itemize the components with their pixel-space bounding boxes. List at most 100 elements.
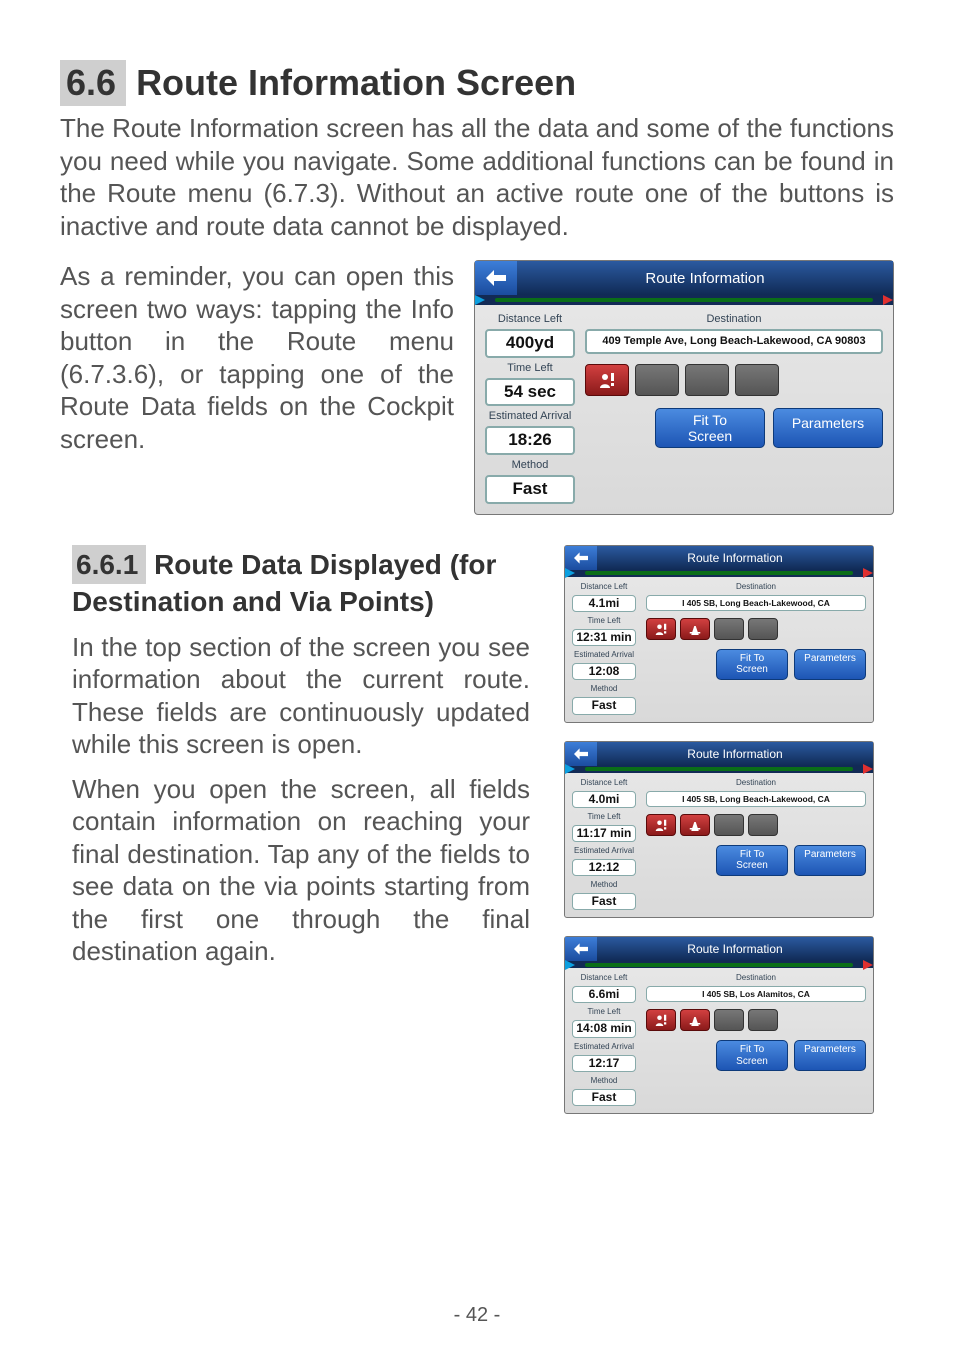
extra-icon-button-2[interactable] (748, 1009, 778, 1031)
time-left-field[interactable]: 14:08 min (572, 1020, 636, 1037)
road-icon-button[interactable] (680, 618, 710, 640)
warning-icon-button[interactable] (585, 364, 629, 396)
extra-icon-button-2[interactable] (748, 814, 778, 836)
parameters-button[interactable]: Parameters (794, 1040, 866, 1071)
fit-to-screen-button[interactable]: Fit To Screen (716, 649, 788, 680)
roadworks-icon (688, 623, 702, 635)
distance-left-label: Distance Left (572, 973, 636, 982)
extra-icon-button-1[interactable] (714, 814, 744, 836)
arrow-left-icon (574, 748, 588, 760)
warning-icon-button[interactable] (646, 1009, 676, 1031)
method-label: Method (485, 459, 575, 471)
eta-field[interactable]: 12:17 (572, 1055, 636, 1072)
eta-field[interactable]: 18:26 (485, 426, 575, 455)
method-field[interactable]: Fast (572, 893, 636, 910)
route-info-card: Route Information Distance Left 400yd Ti… (474, 260, 894, 515)
fit-to-screen-button[interactable]: Fit To Screen (716, 1040, 788, 1071)
method-field[interactable]: Fast (485, 475, 575, 504)
parameters-button[interactable]: Parameters (794, 845, 866, 876)
fit-to-screen-button[interactable]: Fit To Screen (655, 408, 765, 448)
road-icon-button[interactable] (680, 814, 710, 836)
fit-line2: Screen (668, 428, 752, 444)
flag-start-icon (565, 764, 579, 774)
flag-end-icon (859, 960, 873, 970)
warning-icon-button[interactable] (646, 618, 676, 640)
fit-line2: Screen (723, 860, 781, 872)
parameters-button[interactable]: Parameters (794, 649, 866, 680)
route-progress-bar (585, 767, 853, 771)
subsection-heading: 6.6.1 Route Data Displayed (for Destinat… (72, 545, 530, 619)
section-number: 6.6 (60, 60, 126, 106)
route-info-titlebar: Route Information (475, 261, 893, 295)
time-left-field[interactable]: 54 sec (485, 378, 575, 407)
destination-field[interactable]: I 405 SB, Long Beach-Lakewood, CA (646, 595, 866, 611)
distance-left-label: Distance Left (572, 778, 636, 787)
destination-field[interactable]: I 405 SB, Los Alamitos, CA (646, 986, 866, 1002)
method-field[interactable]: Fast (572, 1089, 636, 1106)
distance-left-field[interactable]: 4.0mi (572, 791, 636, 808)
roadworks-icon (688, 1014, 702, 1026)
fit-line1: Fit To (723, 849, 781, 861)
route-info-titlebar: Route Information (565, 937, 873, 961)
back-button[interactable] (565, 742, 597, 766)
arrow-left-icon (574, 552, 588, 564)
extra-icon-button-1[interactable] (685, 364, 729, 396)
method-label: Method (572, 684, 636, 693)
parameters-button[interactable]: Parameters (773, 408, 883, 448)
time-left-label: Time Left (572, 812, 636, 821)
road-icon-button[interactable] (680, 1009, 710, 1031)
person-alert-icon (598, 372, 616, 388)
distance-left-field[interactable]: 6.6mi (572, 986, 636, 1003)
time-left-field[interactable]: 12:31 min (572, 629, 636, 646)
back-button[interactable] (565, 937, 597, 961)
eta-field[interactable]: 12:12 (572, 859, 636, 876)
extra-icon-button-2[interactable] (735, 364, 779, 396)
subsection-number: 6.6.1 (72, 545, 146, 584)
destination-label: Destination (646, 582, 866, 591)
time-left-label: Time Left (485, 362, 575, 374)
route-progress-bar (585, 963, 853, 967)
destination-label: Destination (585, 313, 883, 325)
destination-label: Destination (646, 973, 866, 982)
extra-icon-button-1[interactable] (714, 1009, 744, 1031)
distance-left-field[interactable]: 400yd (485, 329, 575, 358)
distance-left-label: Distance Left (485, 313, 575, 325)
route-progress-bar (495, 298, 873, 302)
route-progress (565, 766, 873, 773)
fit-line1: Fit To (723, 1044, 781, 1056)
flag-end-icon (859, 568, 873, 578)
flag-end-icon (879, 295, 893, 305)
route-progress-bar (585, 571, 853, 575)
eta-field[interactable]: 12:08 (572, 663, 636, 680)
method-field[interactable]: Fast (572, 697, 636, 714)
route-info-title: Route Information (517, 270, 893, 287)
person-alert-icon (654, 623, 668, 635)
route-info-card: Route Information Distance Left 6.6mi Ti… (564, 936, 874, 1114)
destination-label: Destination (646, 778, 866, 787)
eta-label: Estimated Arrival (572, 1042, 636, 1051)
warning-icon-button[interactable] (646, 814, 676, 836)
fit-line1: Fit To (668, 412, 752, 428)
flag-start-icon (475, 295, 489, 305)
route-info-card: Route Information Distance Left 4.0mi Ti… (564, 741, 874, 919)
route-info-titlebar: Route Information (565, 742, 873, 766)
route-info-titlebar: Route Information (565, 546, 873, 570)
page-number: - 42 - (0, 1304, 954, 1327)
back-button[interactable] (565, 546, 597, 570)
destination-field[interactable]: I 405 SB, Long Beach-Lakewood, CA (646, 791, 866, 807)
back-button[interactable] (475, 261, 517, 295)
flag-end-icon (859, 764, 873, 774)
extra-icon-button-1[interactable] (714, 618, 744, 640)
sub-paragraph-2: When you open the screen, all fields con… (72, 773, 530, 968)
time-left-label: Time Left (572, 616, 636, 625)
road-icon-button[interactable] (635, 364, 679, 396)
method-label: Method (572, 880, 636, 889)
destination-field[interactable]: 409 Temple Ave, Long Beach-Lakewood, CA … (585, 329, 883, 354)
person-alert-icon (654, 1014, 668, 1026)
time-left-field[interactable]: 11:17 min (572, 825, 636, 842)
distance-left-field[interactable]: 4.1mi (572, 595, 636, 612)
fit-to-screen-button[interactable]: Fit To Screen (716, 845, 788, 876)
fit-line2: Screen (723, 1056, 781, 1068)
extra-icon-button-2[interactable] (748, 618, 778, 640)
time-left-label: Time Left (572, 1007, 636, 1016)
